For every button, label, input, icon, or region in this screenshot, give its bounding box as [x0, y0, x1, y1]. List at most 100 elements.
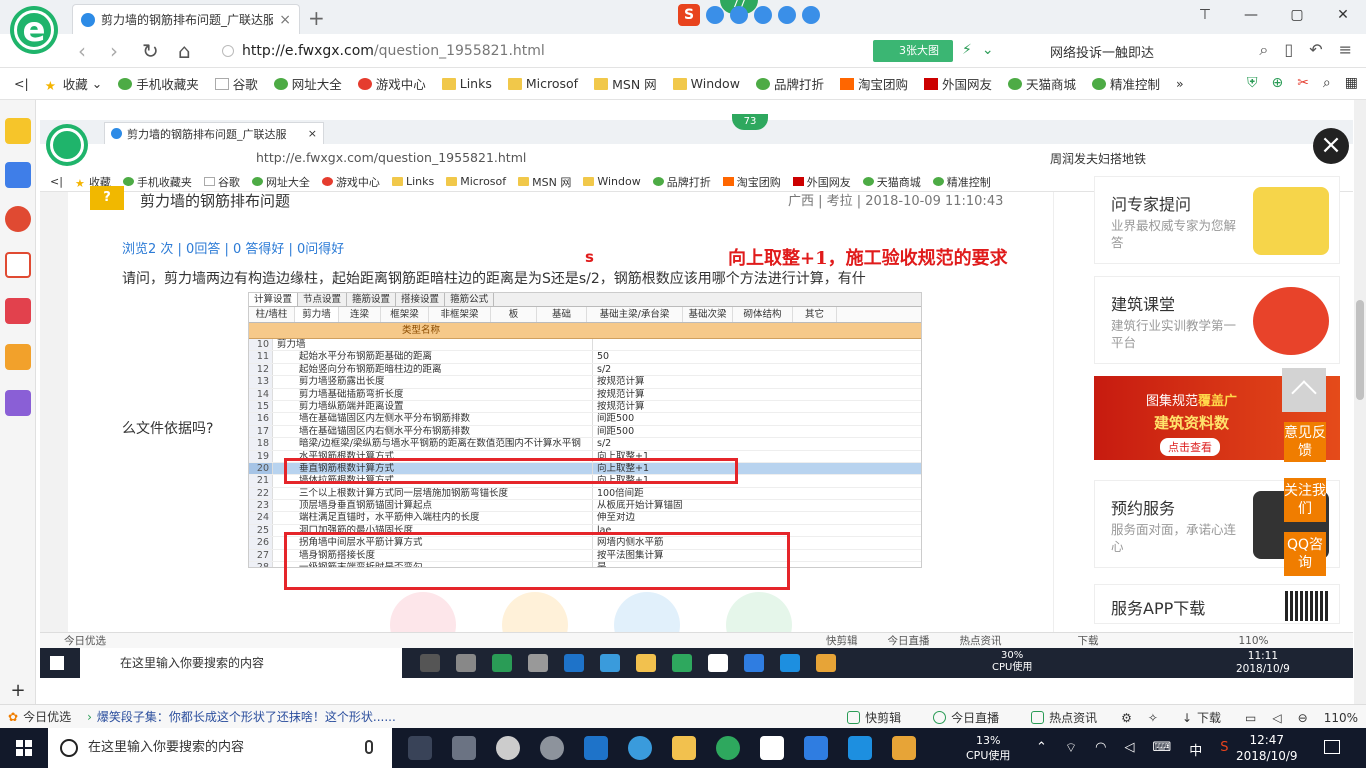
bookmark-foreign[interactable]: 外国网友 — [916, 74, 1000, 93]
ie-icon[interactable] — [628, 736, 652, 760]
mail-icon[interactable] — [760, 736, 784, 760]
sidebar-toggle-icon[interactable]: <| — [0, 76, 37, 91]
windows-start-icon[interactable] — [16, 740, 32, 756]
task-view-icon[interactable] — [408, 736, 432, 760]
ime-skin-icon[interactable] — [778, 6, 796, 24]
zoom-out-icon[interactable]: ⊖ — [1298, 711, 1308, 725]
translate-icon[interactable]: ⊕ — [1271, 75, 1283, 91]
volume-icon[interactable]: ◁ — [1124, 740, 1134, 759]
ime-keyboard-icon[interactable] — [754, 6, 772, 24]
sidebar-game-icon[interactable] — [5, 298, 31, 324]
bookmark-taobao[interactable]: 淘宝团购 — [832, 74, 916, 93]
new-tab-button[interactable]: + — [308, 6, 325, 30]
360-browser-icon[interactable] — [716, 736, 740, 760]
bookmark-precise[interactable]: 精准控制 — [1084, 74, 1168, 93]
status-news[interactable]: › 爆笑段子集：你都长成这个形状了还抹啥！这个形状...... — [79, 708, 404, 725]
bookmark-games[interactable]: 游戏中心 — [350, 74, 434, 93]
pin-tool-icon[interactable]: ✧ — [1148, 711, 1158, 725]
taskbar-clock[interactable]: 12:47 2018/10/9 — [1236, 732, 1298, 764]
file-explorer-icon[interactable] — [672, 736, 696, 760]
scissors-icon[interactable]: ✂ — [1297, 75, 1309, 91]
microphone-icon[interactable] — [365, 740, 373, 754]
wifi-icon[interactable]: ◠ — [1095, 740, 1106, 759]
card-app-download[interactable]: 服务APP下载 — [1094, 584, 1340, 624]
notes-app-icon[interactable] — [892, 736, 916, 760]
browser-logo-icon[interactable]: e — [10, 6, 58, 54]
cpu-meter[interactable]: 13% CPU使用 — [966, 733, 1010, 763]
ime-emoji-icon[interactable] — [706, 6, 724, 24]
bookmark-tmall[interactable]: 天猫商城 — [1000, 74, 1084, 93]
bookmark-windows[interactable]: Window — [665, 76, 748, 91]
ime-indicator[interactable]: 中 — [1189, 740, 1202, 759]
sidebar-mail-icon[interactable] — [5, 252, 31, 278]
status-hot-news[interactable]: 热点资讯 — [1023, 709, 1105, 726]
taskbar-search-input[interactable]: 在这里输入你要搜索的内容 — [48, 728, 392, 768]
network-icon[interactable]: ⌔ — [1065, 740, 1077, 759]
sidebar-notes-icon[interactable] — [5, 344, 31, 370]
bookmark-links[interactable]: Links — [434, 76, 500, 91]
apps-grid-icon[interactable]: ▦ — [1345, 75, 1358, 91]
scrollbar-thumb[interactable] — [1356, 300, 1364, 400]
url-field[interactable]: http://e.fwxgx.com/question_1955821.html — [222, 39, 862, 63]
home-icon[interactable]: ⌂ — [178, 39, 191, 63]
close-viewer-button[interactable]: × — [1313, 128, 1349, 164]
feedback-button[interactable]: 意见反馈 — [1284, 422, 1326, 462]
sidebar-weibo-icon[interactable] — [5, 206, 31, 232]
g-app-icon[interactable] — [804, 736, 828, 760]
sidebar-comic-icon[interactable] — [5, 390, 31, 416]
search-suggestion[interactable]: 网络投诉一触即达 — [1050, 42, 1154, 61]
speaker-icon[interactable]: ◁ — [1272, 711, 1281, 725]
tab-close-icon[interactable]: × — [279, 12, 291, 28]
window-icon[interactable]: ▭ — [1245, 711, 1256, 725]
sogou-tray-icon[interactable]: S — [1220, 740, 1228, 759]
bookmark-msn[interactable]: MSN 网 — [586, 74, 665, 93]
back-to-top-button[interactable] — [1282, 368, 1326, 412]
card-classroom[interactable]: 建筑课堂 建筑行业实训教学第一平台 — [1094, 276, 1340, 364]
notification-center-icon[interactable] — [1324, 740, 1340, 754]
qq-consult-button[interactable]: QQ咨询 — [1284, 532, 1326, 576]
bookmark-microsoft[interactable]: Microsof — [500, 76, 586, 91]
forward-icon[interactable]: › — [110, 39, 118, 63]
more-bookmarks-icon[interactable]: » — [1168, 76, 1192, 91]
card-expert[interactable]: 问专家提问 业界最权威专家为您解答 — [1094, 176, 1340, 264]
edge-legacy-icon[interactable] — [496, 736, 520, 760]
back-icon[interactable]: ‹ — [78, 39, 86, 63]
zoom-level[interactable]: 110% — [1324, 711, 1358, 725]
sidebar-favorites-icon[interactable] — [5, 118, 31, 144]
bookmark-favorites[interactable]: ★ 收藏 ⌄ — [37, 74, 111, 93]
status-live[interactable]: 今日直播 — [925, 709, 1007, 726]
zoom-icon[interactable]: ⌕ — [1323, 75, 1331, 91]
big-pictures-button[interactable]: 3张大图 — [873, 40, 953, 62]
plus-app-icon[interactable] — [848, 736, 872, 760]
edge-icon[interactable] — [584, 736, 608, 760]
lightning-icon[interactable]: ⚡ — [962, 42, 972, 58]
browser-tab[interactable]: 剪力墙的钢筋排布问题_广联达服 × — [72, 4, 300, 34]
refresh-icon[interactable]: ↻ — [142, 39, 159, 63]
fan-app-icon[interactable] — [452, 736, 476, 760]
status-download[interactable]: ↓ 下载 — [1174, 709, 1229, 726]
bookmark-sites[interactable]: 网址大全 — [266, 74, 350, 93]
bookmark-google[interactable]: 谷歌 — [207, 74, 266, 93]
bookmark-mobile[interactable]: 手机收藏夹 — [110, 74, 207, 93]
menu-icon[interactable]: ≡ — [1339, 40, 1352, 60]
search-icon[interactable]: ⌕ — [1259, 40, 1268, 60]
ime-voice-icon[interactable] — [730, 6, 748, 24]
shield-icon[interactable]: ⛨ — [1247, 75, 1258, 91]
chrome-like-icon[interactable] — [540, 736, 564, 760]
status-quick-edit[interactable]: 快剪辑 — [839, 709, 909, 726]
sidebar-add-button[interactable]: + — [0, 680, 36, 704]
sogou-ime-icon[interactable]: S — [678, 4, 700, 26]
follow-us-button[interactable]: 关注我们 — [1284, 478, 1326, 522]
settings-gear-icon[interactable]: ⚙ — [1121, 711, 1132, 725]
undo-icon[interactable]: ↶ — [1309, 40, 1322, 60]
ime-tools-icon[interactable] — [802, 6, 820, 24]
bookmark-brand[interactable]: 品牌打折 — [748, 74, 832, 93]
page-scrollbar[interactable] — [1354, 100, 1366, 704]
sidebar-list-icon[interactable] — [5, 162, 31, 188]
pin-icon[interactable]: ⊤ — [1182, 0, 1228, 30]
phone-icon[interactable]: ▯ — [1284, 40, 1293, 60]
question-stats[interactable]: 浏览2 次 | 0回答 | 0 答得好 | 0问得好 — [122, 238, 344, 257]
keyboard-icon[interactable]: ⌨ — [1152, 740, 1171, 759]
tray-expand-icon[interactable]: ⌃ — [1036, 740, 1047, 759]
status-today-picks[interactable]: ✿ 今日优选 — [0, 708, 79, 725]
